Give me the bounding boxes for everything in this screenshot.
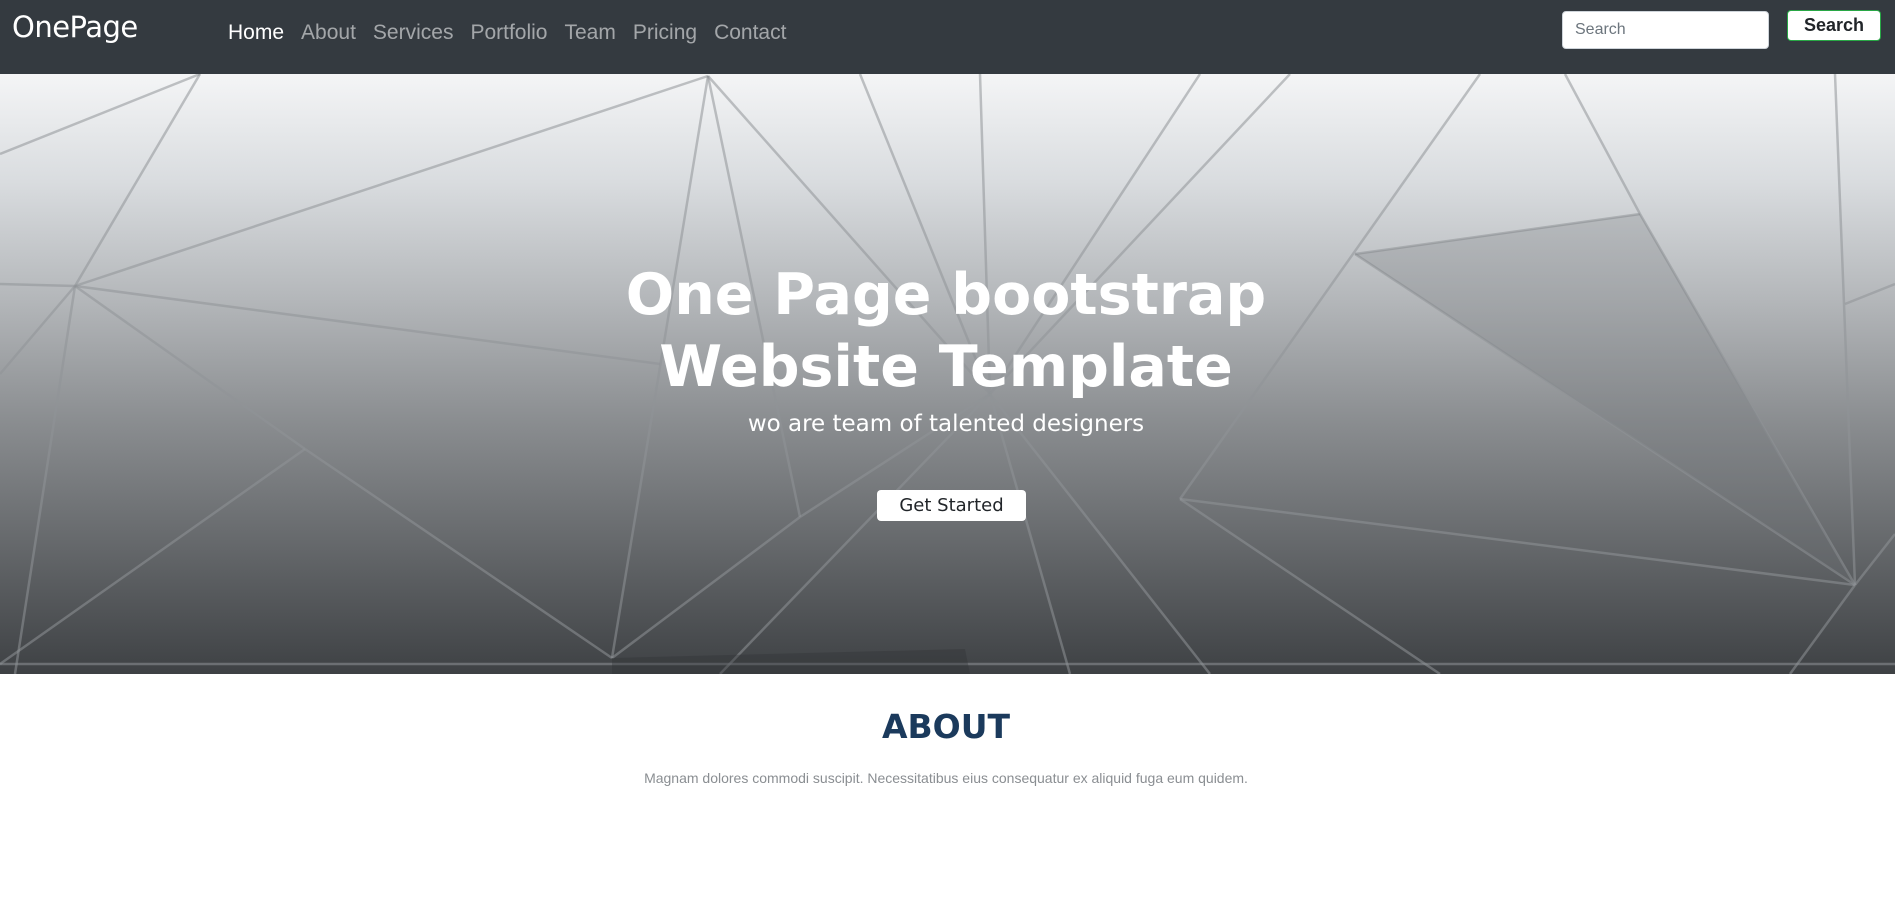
nav-link-home[interactable]: Home (228, 21, 284, 45)
nav-link-about[interactable]: About (301, 21, 356, 45)
hero-title-line2: Website Template (659, 334, 1233, 400)
search-button[interactable]: Search (1787, 10, 1881, 41)
nav-link-portfolio[interactable]: Portfolio (470, 21, 547, 45)
nav-link-team[interactable]: Team (565, 21, 616, 45)
brand-logo[interactable]: OnePage (12, 10, 138, 44)
navbar: OnePage Home About Services Portfolio Te… (0, 0, 1895, 74)
hero-section: One Page bootstrap Website Template wo a… (0, 74, 1895, 674)
search-input[interactable] (1562, 11, 1769, 49)
nav-link-pricing[interactable]: Pricing (633, 21, 697, 45)
hero-title: One Page bootstrap Website Template (0, 259, 1892, 403)
about-title: ABOUT (881, 707, 1011, 746)
get-started-button[interactable]: Get Started (877, 490, 1026, 521)
hero-subtitle: wo are team of talented designers (747, 411, 1145, 437)
nav-links: Home About Services Portfolio Team Prici… (228, 21, 803, 45)
nav-link-services[interactable]: Services (373, 21, 454, 45)
nav-link-contact[interactable]: Contact (714, 21, 786, 45)
about-description: Magnam dolores commodi suscipit. Necessi… (644, 770, 1248, 786)
hero-title-line1: One Page bootstrap (625, 262, 1267, 328)
